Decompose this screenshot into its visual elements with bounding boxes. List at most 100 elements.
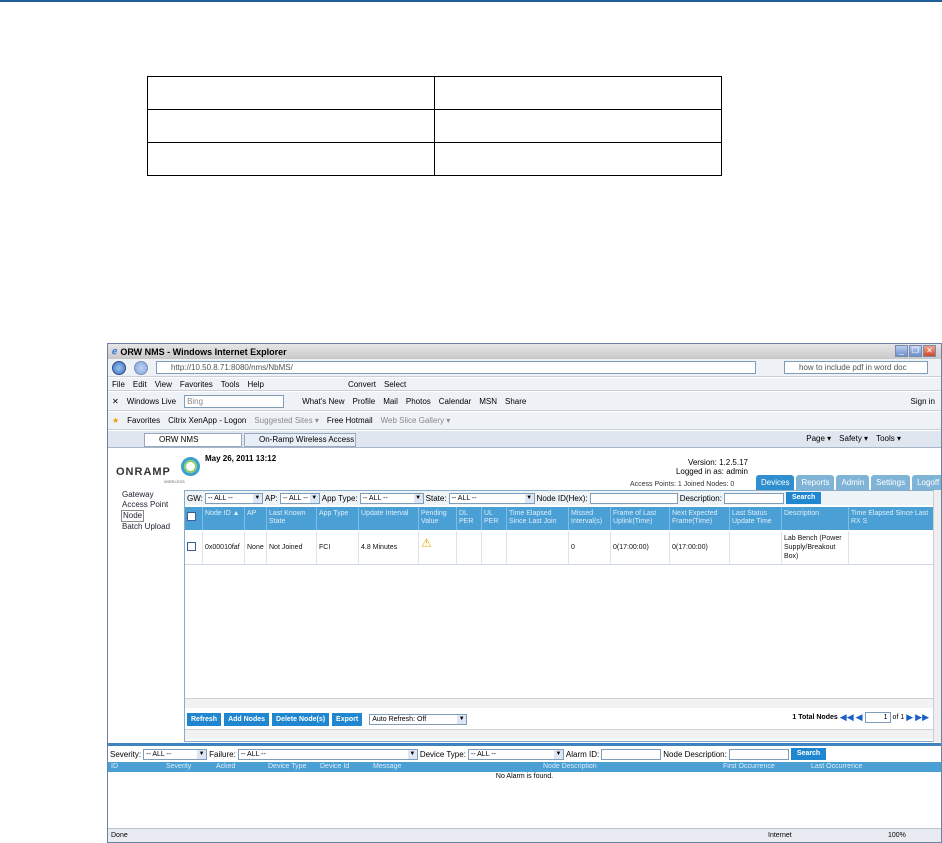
favorites-button[interactable]: Favorites — [127, 416, 160, 425]
ap-select[interactable]: -- ALL -- — [279, 492, 320, 504]
link-calendar[interactable]: Calendar — [439, 397, 471, 406]
next-page-icon[interactable]: ▶ — [906, 712, 913, 723]
back-button[interactable] — [112, 360, 126, 375]
sign-in-link[interactable]: Sign in — [911, 397, 935, 406]
app-type-select[interactable]: -- ALL -- — [359, 492, 424, 504]
link-msn[interactable]: MSN — [479, 397, 497, 406]
fav-free-hotmail[interactable]: Free Hotmail — [327, 416, 373, 425]
windows-live-label[interactable]: Windows Live — [127, 397, 176, 406]
row-checkbox[interactable] — [185, 531, 203, 564]
add-nodes-button[interactable]: Add Nodes — [224, 713, 270, 726]
alarm-col-first-occurrence[interactable]: First Occurrence — [720, 762, 808, 772]
refresh-button[interactable]: Refresh — [187, 713, 222, 726]
last-page-icon[interactable]: ▶▶ — [915, 712, 929, 723]
horizontal-scrollbar[interactable] — [185, 698, 935, 708]
alarm-id-input[interactable] — [601, 748, 662, 760]
menu-tools[interactable]: Tools — [221, 380, 240, 389]
menu-favorites[interactable]: Favorites — [180, 380, 213, 389]
alarm-col-device-id[interactable]: Device Id — [317, 762, 370, 772]
sidebar-item-node[interactable]: Node — [121, 510, 145, 522]
sidebar-item-batch-upload[interactable]: Batch Upload — [122, 522, 170, 532]
col-next-expected-frame[interactable]: Next Expected Frame(Time) — [670, 507, 730, 530]
tab-logoff[interactable]: Logoff — [912, 475, 941, 490]
panel-scrollbar[interactable] — [185, 729, 935, 739]
menu-file[interactable]: File — [112, 380, 125, 389]
severity-select[interactable]: -- ALL -- — [143, 748, 208, 760]
delete-nodes-button[interactable]: Delete Node(s) — [272, 713, 330, 726]
select-button[interactable]: Select — [384, 380, 406, 389]
cell-time-since-join — [507, 531, 569, 564]
alarm-col-device-type[interactable]: Device Type — [265, 762, 317, 772]
col-missed-intervals[interactable]: Missed Interval(s) — [569, 507, 611, 530]
tab-onramp[interactable]: On-Ramp Wireless Access Po... — [244, 433, 356, 456]
alarm-col-acked[interactable]: Acked — [213, 762, 265, 772]
col-ap[interactable]: AP — [245, 507, 267, 530]
fav-suggested-sites[interactable]: Suggested Sites ▾ — [254, 416, 319, 425]
fav-web-slice[interactable]: Web Slice Gallery ▾ — [381, 416, 451, 425]
table-row[interactable]: 0x00010faf None Not Joined FCI 4.8 Minut… — [185, 531, 935, 565]
web-search-input[interactable]: how to include pdf in word doc — [784, 361, 928, 374]
device-type-select[interactable]: -- ALL -- — [467, 748, 564, 760]
failure-select[interactable]: -- ALL -- — [237, 748, 418, 760]
tab-devices[interactable]: Devices — [756, 475, 795, 490]
zoom-level[interactable]: 100% — [888, 829, 906, 842]
menu-help[interactable]: Help — [247, 380, 263, 389]
col-last-known-state[interactable]: Last Known State — [267, 507, 317, 530]
maximize-button[interactable]: ❐ — [909, 345, 922, 357]
select-all-checkbox[interactable] — [185, 507, 203, 530]
page-menu[interactable]: Page ▾ — [806, 434, 831, 443]
tab-reports[interactable]: Reports — [796, 475, 835, 490]
link-share[interactable]: Share — [505, 397, 526, 406]
alarm-col-node-description[interactable]: Node Description — [540, 762, 720, 772]
col-last-status-update[interactable]: Last Status Update Time — [730, 507, 782, 530]
alarm-col-last-occurrence[interactable]: Last Occurrence — [808, 762, 898, 772]
alarm-col-id[interactable]: ID — [108, 762, 163, 772]
alarm-col-message[interactable]: Message — [370, 762, 540, 772]
tools-menu[interactable]: Tools ▾ — [876, 434, 901, 443]
col-time-since-join[interactable]: Time Elapsed Since Last Join — [507, 507, 569, 530]
export-button[interactable]: Export — [332, 713, 363, 726]
fav-citrix[interactable]: Citrix XenApp - Logon — [168, 416, 246, 425]
safety-menu[interactable]: Safety ▾ — [839, 434, 868, 443]
link-mail[interactable]: Mail — [383, 397, 398, 406]
col-pending-value[interactable]: Pending Value — [419, 507, 457, 530]
auto-refresh-select[interactable]: Auto Refresh: Off — [369, 714, 468, 725]
address-input[interactable]: http://10.50.8.71:8080/nms/NbMS/ — [156, 361, 756, 374]
col-node-id[interactable]: Node ID ▲ — [203, 507, 245, 530]
close-button[interactable]: ✕ — [923, 345, 936, 357]
state-select[interactable]: -- ALL -- — [448, 492, 535, 504]
col-update-interval[interactable]: Update Interval — [359, 507, 419, 530]
alarm-col-severity[interactable]: Severity — [163, 762, 213, 772]
convert-button[interactable]: Convert — [348, 380, 376, 389]
sidebar-item-gateway[interactable]: Gateway — [122, 490, 170, 500]
col-frame-last-uplink[interactable]: Frame of Last Uplink(Time) — [611, 507, 670, 530]
menu-edit[interactable]: Edit — [133, 380, 147, 389]
tab-admin[interactable]: Admin — [836, 475, 870, 490]
col-time-since-rx[interactable]: Time Elapsed Since Last RX S — [849, 507, 935, 530]
col-description[interactable]: Description — [782, 507, 849, 530]
col-app-type[interactable]: App Type — [317, 507, 359, 530]
bing-search-input[interactable]: Bing — [184, 394, 285, 408]
page-input[interactable]: 1 — [864, 712, 891, 723]
close-toolbar-icon[interactable]: ✕ — [112, 397, 119, 406]
link-whats-new[interactable]: What's New — [302, 397, 344, 406]
tab-settings[interactable]: Settings — [871, 475, 911, 490]
col-ul-per[interactable]: UL PER — [482, 507, 507, 530]
col-dl-per[interactable]: DL PER — [457, 507, 482, 530]
menu-view[interactable]: View — [155, 380, 172, 389]
alarm-search-button[interactable]: Search — [790, 748, 827, 760]
link-profile[interactable]: Profile — [353, 397, 376, 406]
tab-orw-nms[interactable]: ORW NMS — [144, 433, 242, 447]
forward-button[interactable] — [134, 360, 148, 375]
vertical-scrollbar[interactable] — [933, 490, 941, 742]
description-input[interactable] — [723, 492, 784, 504]
first-page-icon[interactable]: ◀◀ — [840, 712, 854, 723]
node-description-input[interactable] — [728, 748, 789, 760]
node-id-input[interactable] — [589, 492, 678, 504]
prev-page-icon[interactable]: ◀ — [856, 712, 863, 723]
minimize-button[interactable]: _ — [895, 345, 908, 357]
sidebar-item-access-point[interactable]: Access Point — [122, 500, 170, 510]
node-search-button[interactable]: Search — [785, 492, 822, 504]
gw-select[interactable]: -- ALL -- — [204, 492, 263, 504]
link-photos[interactable]: Photos — [406, 397, 431, 406]
